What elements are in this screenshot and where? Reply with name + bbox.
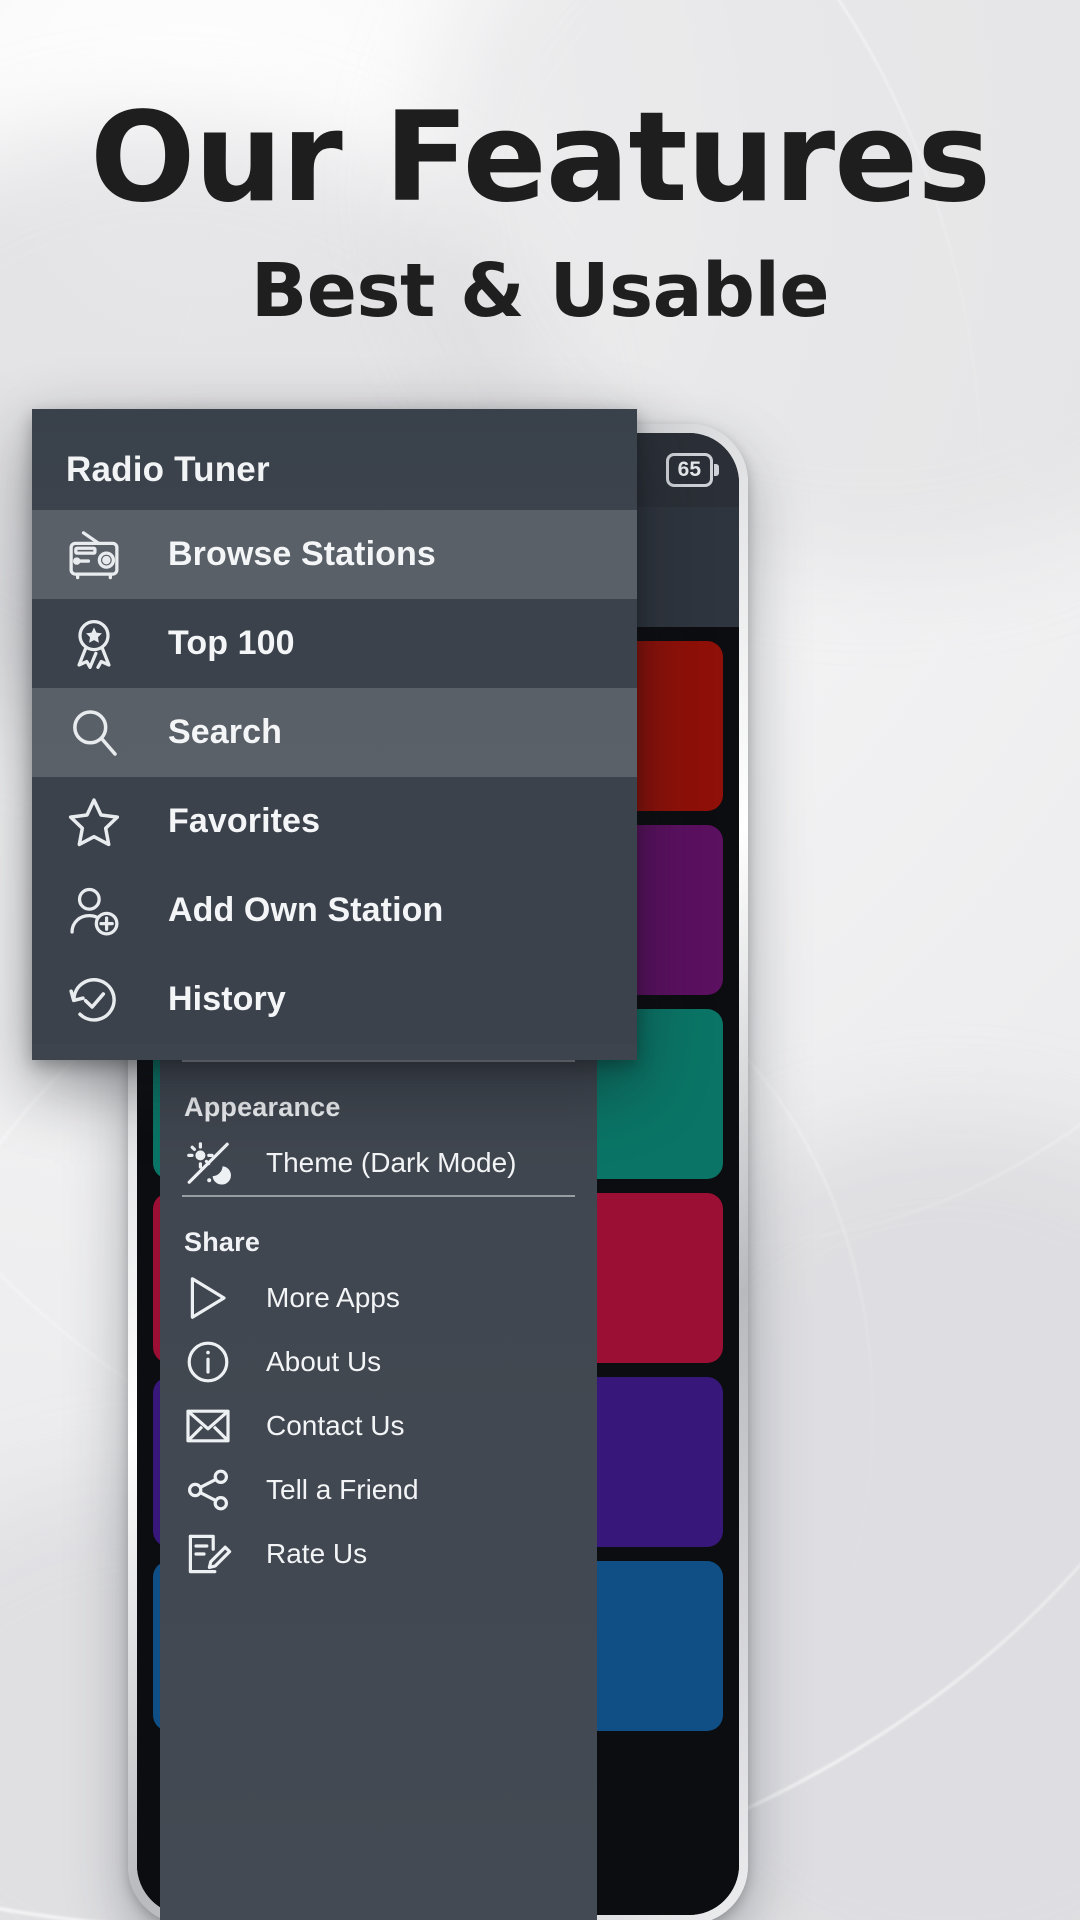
battery-indicator: 65 (665, 453, 713, 487)
page-title: Our Features (89, 86, 991, 230)
drawer-item-label: Add Own Station (168, 891, 444, 929)
settings-panel: Appearance Theme (Dark Mode) Share More A… (160, 1060, 597, 1920)
drawer-item-label: History (168, 980, 286, 1018)
search-icon (66, 705, 140, 761)
play-store-icon (184, 1274, 250, 1322)
battery-level-label: 65 (677, 458, 701, 481)
info-icon (184, 1338, 250, 1386)
drawer-item-label: Top 100 (168, 624, 295, 662)
history-icon (66, 972, 140, 1028)
share-icon (184, 1466, 250, 1514)
settings-row-contact-us[interactable]: Contact Us (160, 1394, 597, 1458)
settings-row-about-us[interactable]: About Us (160, 1330, 597, 1394)
radio-icon (66, 527, 140, 583)
drawer-menu: Browse Stations Top 100 Search Favorites… (32, 510, 637, 1044)
promo-heading-block: Our Features Best & Usable (0, 0, 1080, 328)
settings-row-label: Tell a Friend (266, 1474, 419, 1505)
app-name-label: Radio Tuner (66, 450, 270, 489)
settings-section-title: Appearance (184, 1092, 341, 1122)
award-icon (66, 616, 140, 672)
drawer-item-add-own-station[interactable]: Add Own Station (32, 866, 637, 955)
sun-moon-icon (184, 1139, 250, 1187)
drawer-item-history[interactable]: History (32, 955, 637, 1044)
star-icon (66, 794, 140, 850)
settings-row-label: About Us (266, 1346, 382, 1377)
page-subtitle: Best & Usable (250, 248, 830, 334)
drawer-item-favorites[interactable]: Favorites (32, 777, 637, 866)
settings-row-more-apps[interactable]: More Apps (160, 1266, 597, 1330)
navigation-drawer: Radio Tuner Browse Stations Top 100 Sear… (32, 409, 637, 1060)
settings-row-label: Contact Us (266, 1410, 405, 1441)
settings-row-label: Theme (Dark Mode) (266, 1147, 517, 1178)
drawer-item-browse-stations[interactable]: Browse Stations (32, 510, 637, 599)
drawer-item-top-100[interactable]: Top 100 (32, 599, 637, 688)
settings-row-rate-us[interactable]: Rate Us (160, 1522, 597, 1586)
envelope-icon (184, 1402, 250, 1450)
settings-section-title: Share (184, 1227, 261, 1257)
drawer-header: Radio Tuner (32, 409, 637, 510)
settings-row-tell-a-friend[interactable]: Tell a Friend (160, 1458, 597, 1522)
rate-icon (184, 1530, 250, 1578)
drawer-item-search[interactable]: Search (32, 688, 637, 777)
settings-row-label: More Apps (266, 1282, 400, 1313)
settings-row-label: Rate Us (266, 1538, 368, 1569)
drawer-item-label: Browse Stations (168, 535, 436, 573)
settings-row-theme-dark-mode[interactable]: Theme (Dark Mode) (160, 1131, 597, 1195)
drawer-item-label: Search (168, 713, 283, 751)
drawer-item-label: Favorites (168, 802, 321, 840)
user-add-icon (66, 883, 140, 939)
